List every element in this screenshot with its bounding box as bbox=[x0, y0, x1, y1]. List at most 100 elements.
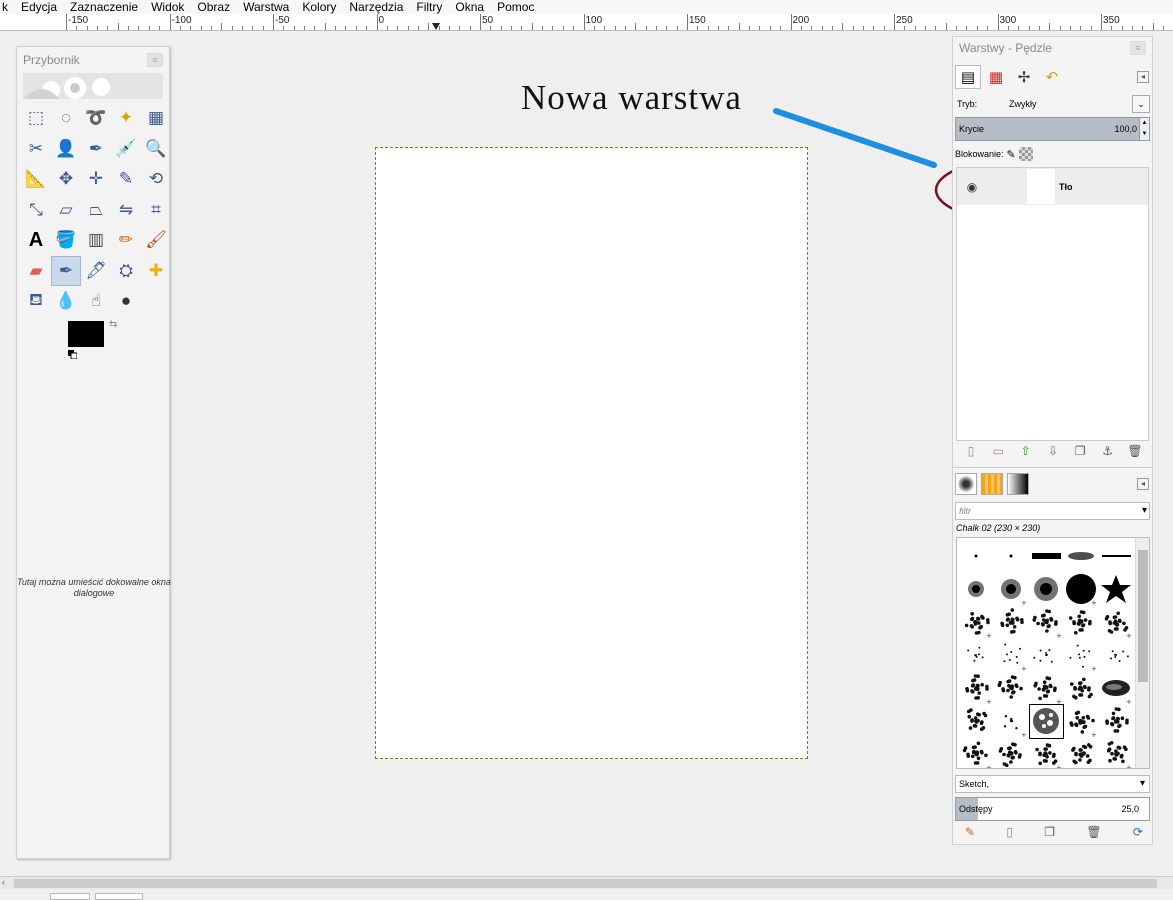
layers-list[interactable]: ◉ Tło bbox=[956, 167, 1149, 441]
brush-item[interactable] bbox=[995, 606, 1028, 639]
brush-item[interactable]: + bbox=[995, 573, 1028, 606]
brushes-dock-menu-icon[interactable]: ◂ bbox=[1137, 478, 1149, 490]
layer-name[interactable]: Tło bbox=[1059, 182, 1073, 192]
color-picker-tool[interactable]: 💉 bbox=[111, 134, 141, 164]
eraser-tool[interactable]: ▰ bbox=[21, 256, 51, 286]
brushes-scroll-thumb[interactable] bbox=[1138, 550, 1148, 682]
menu-view[interactable]: Widok bbox=[151, 0, 184, 14]
paths-tool[interactable]: ✒ bbox=[81, 134, 111, 164]
new-layer-icon[interactable]: ▯ bbox=[963, 444, 979, 462]
image-canvas[interactable] bbox=[375, 147, 808, 759]
brush-item[interactable]: + bbox=[1100, 738, 1133, 768]
brush-item[interactable] bbox=[960, 639, 993, 672]
horizontal-scrollbar[interactable]: ‹ bbox=[0, 876, 1173, 889]
move-tool[interactable]: ✥ bbox=[51, 164, 81, 194]
paint-dynamics-select[interactable]: Sketch, ▾ bbox=[955, 775, 1150, 793]
unit-select[interactable] bbox=[50, 893, 90, 900]
menu-edit[interactable]: Edycja bbox=[21, 0, 57, 14]
menu-file[interactable]: k bbox=[2, 0, 8, 14]
raise-layer-icon[interactable]: ⇧ bbox=[1018, 444, 1034, 462]
brush-item[interactable]: + bbox=[1100, 606, 1133, 639]
rotate-tool[interactable]: ⟲ bbox=[141, 164, 171, 194]
brush-item[interactable] bbox=[1100, 639, 1133, 672]
menu-image[interactable]: Obraz bbox=[197, 0, 230, 14]
scale-tool[interactable]: ⤡ bbox=[21, 195, 51, 225]
layers-dock-menu-icon[interactable]: ◂ bbox=[1137, 71, 1149, 83]
blur-tool[interactable]: 💧 bbox=[51, 286, 81, 316]
brush-item[interactable] bbox=[1065, 606, 1098, 639]
swap-colors-icon[interactable]: ⇆ bbox=[109, 319, 117, 330]
spacing-slider[interactable]: Odstępy 25,0 bbox=[955, 797, 1150, 821]
mode-value[interactable]: Zwykły bbox=[1009, 99, 1037, 109]
shear-tool[interactable]: ▱ bbox=[51, 195, 81, 225]
brush-item[interactable] bbox=[1100, 705, 1133, 738]
gradients-tab-icon[interactable] bbox=[1007, 473, 1029, 495]
brushes-grid[interactable]: + + + + + + + + + + + + + + + bbox=[956, 537, 1150, 769]
menu-filters[interactable]: Filtry bbox=[416, 0, 442, 14]
brushes-scrollbar[interactable] bbox=[1135, 538, 1149, 768]
brush-item[interactable]: + bbox=[1065, 573, 1098, 606]
brush-item[interactable]: + bbox=[1030, 738, 1063, 768]
heal-tool[interactable]: ✚ bbox=[141, 256, 171, 286]
brush-item[interactable] bbox=[995, 738, 1028, 768]
align-tool[interactable]: ✛ bbox=[81, 164, 111, 194]
opacity-spinner[interactable]: ▲ ▼ bbox=[1139, 118, 1149, 140]
toolbox-menu-button[interactable]: ≡ bbox=[147, 53, 163, 67]
menu-tools[interactable]: Narzędzia bbox=[349, 0, 403, 14]
scroll-left-arrow-icon[interactable]: ‹ bbox=[2, 877, 5, 887]
airbrush-tool[interactable]: ✒ bbox=[51, 255, 81, 286]
duplicate-brush-icon[interactable]: ❐ bbox=[1044, 825, 1055, 843]
brush-item[interactable]: + bbox=[995, 639, 1028, 672]
lower-layer-icon[interactable]: ⇩ bbox=[1045, 444, 1061, 462]
brush-item[interactable] bbox=[995, 672, 1028, 705]
new-group-icon[interactable]: ▭ bbox=[990, 444, 1006, 462]
zoom-tool[interactable]: 🔍 bbox=[141, 134, 171, 164]
brush-item[interactable] bbox=[1065, 738, 1098, 768]
brush-item[interactable]: + bbox=[960, 672, 993, 705]
perspective-clone-tool[interactable]: ⛾ bbox=[21, 286, 51, 316]
brush-filter-input[interactable]: filtr ▾ bbox=[955, 502, 1150, 520]
dock-close-button[interactable]: ≡ bbox=[1130, 41, 1146, 55]
brush-item[interactable]: + bbox=[960, 606, 993, 639]
brush-item[interactable] bbox=[1065, 672, 1098, 705]
paintbrush-tool[interactable]: 🖌 bbox=[141, 225, 171, 255]
brush-item[interactable] bbox=[1030, 573, 1063, 606]
delete-layer-icon[interactable]: 🗑 bbox=[1127, 444, 1143, 462]
refresh-brushes-icon[interactable]: ⟳ bbox=[1133, 825, 1143, 843]
mode-dropdown-icon[interactable]: ⌄ bbox=[1132, 95, 1150, 113]
smudge-tool[interactable]: ☝ bbox=[81, 286, 111, 316]
duplicate-layer-icon[interactable]: ❐ bbox=[1072, 444, 1088, 462]
brush-item[interactable] bbox=[960, 540, 993, 573]
perspective-tool[interactable]: ⏢ bbox=[81, 195, 111, 225]
text-tool[interactable]: A bbox=[21, 225, 51, 255]
new-brush-icon[interactable]: ▯ bbox=[1006, 825, 1013, 843]
foreground-select-tool[interactable]: 👤 bbox=[51, 134, 81, 164]
visibility-eye-icon[interactable]: ◉ bbox=[957, 180, 987, 194]
default-colors-icon[interactable] bbox=[68, 350, 77, 359]
menu-select[interactable]: Zaznaczenie bbox=[70, 0, 138, 14]
brush-item[interactable] bbox=[995, 540, 1028, 573]
fuzzy-select-tool[interactable]: ✦ bbox=[111, 103, 141, 133]
brush-item[interactable] bbox=[1100, 540, 1133, 573]
menu-windows[interactable]: Okna bbox=[455, 0, 484, 14]
dodge-burn-tool[interactable]: ● bbox=[111, 286, 141, 316]
patterns-tab-icon[interactable] bbox=[981, 473, 1003, 495]
brush-item[interactable]: + bbox=[1065, 705, 1098, 738]
bucket-fill-tool[interactable]: 🪣 bbox=[51, 225, 81, 255]
clone-tool[interactable]: ⛭ bbox=[111, 256, 141, 286]
brush-item[interactable] bbox=[1029, 704, 1064, 739]
color-select-tool[interactable]: ▦ bbox=[141, 103, 171, 133]
brush-filter-dropdown-icon[interactable]: ▾ bbox=[1142, 503, 1147, 519]
measure-tool[interactable]: 📐 bbox=[21, 164, 51, 194]
cage-tool[interactable]: ⌗ bbox=[141, 195, 171, 225]
brush-item[interactable] bbox=[1100, 573, 1133, 606]
brushes-tab-icon[interactable] bbox=[955, 473, 977, 495]
undo-tab[interactable]: ↶ bbox=[1039, 65, 1065, 89]
brush-item[interactable] bbox=[960, 705, 993, 738]
layer-row[interactable]: ◉ Tło bbox=[957, 168, 1148, 205]
brush-item[interactable] bbox=[1065, 540, 1098, 573]
edit-brush-icon[interactable]: ✎ bbox=[965, 825, 975, 843]
menu-colors[interactable]: Kolory bbox=[302, 0, 336, 14]
horizontal-scroll-thumb[interactable] bbox=[14, 879, 1157, 888]
pencil-tool[interactable]: ✏ bbox=[111, 225, 141, 255]
